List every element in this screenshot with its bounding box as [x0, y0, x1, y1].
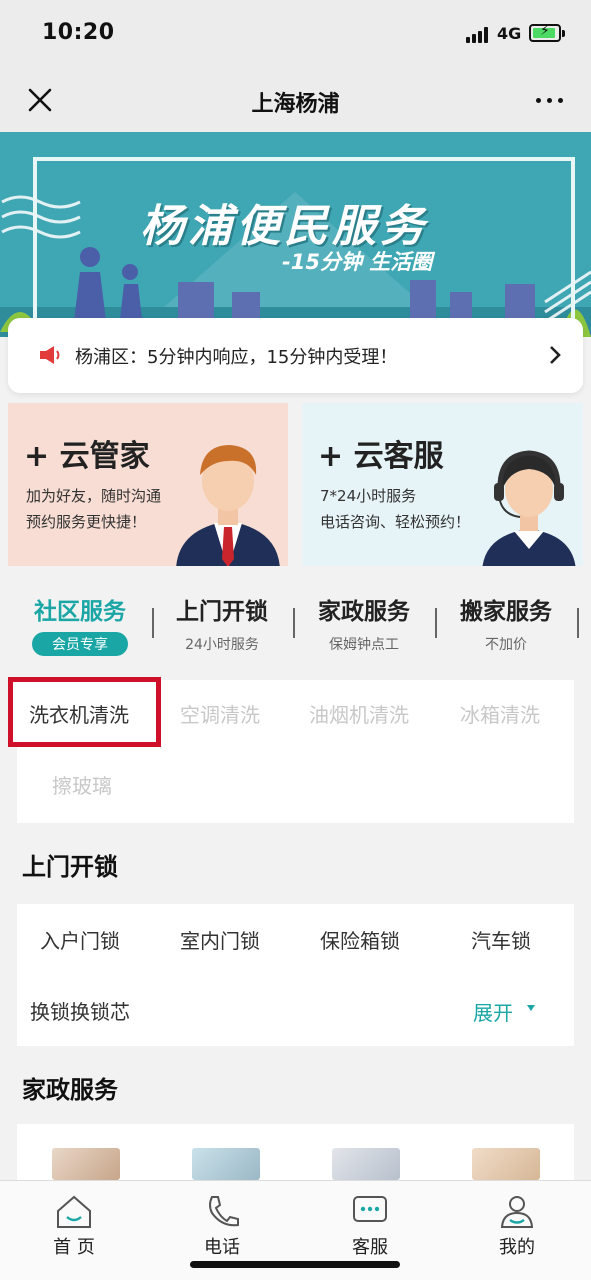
option-lock-replacement[interactable]: 换锁换锁芯: [30, 996, 130, 1025]
tab-locksmith-sub: 24小时服务: [185, 637, 259, 653]
notice-bar[interactable]: 杨浦区：5分钟内响应，15分钟内受理！: [8, 318, 583, 393]
battery-cap: [562, 30, 565, 37]
signal-icon: [466, 27, 492, 43]
housekeeping-thumbnail[interactable]: [472, 1148, 540, 1180]
tab-locksmith-label: 上门开锁: [176, 599, 268, 625]
cloud-service-card[interactable]: + 云客服 7*24小时服务 电话咨询、轻松预约！: [302, 403, 583, 566]
cloud-service-line1: 7*24小时服务: [320, 487, 417, 505]
housekeeping-section-title: 家政服务: [22, 1076, 118, 1104]
caret-down-icon: [527, 1005, 535, 1011]
option-range-hood-cleaning[interactable]: 油烟机清洗: [309, 699, 409, 728]
home-indicator: [190, 1261, 400, 1268]
cloud-butler-card[interactable]: + 云管家 加为好友，随时沟通 预约服务更快捷！: [8, 403, 288, 566]
phone-icon: [209, 1196, 239, 1227]
page-title: 上海杨浦: [251, 92, 340, 117]
tab-customer-service[interactable]: 客服: [330, 1193, 410, 1263]
navbar: 上海杨浦: [0, 66, 591, 132]
banner[interactable]: 杨浦便民服务 -15分钟 生活圈: [0, 132, 591, 337]
battery-icon: ⚡: [529, 23, 561, 42]
chevron-right-icon: [550, 346, 561, 364]
cloud-butler-line1: 加为好友，随时沟通: [26, 487, 162, 505]
tab-profile[interactable]: 我的: [477, 1193, 557, 1263]
tab-community-service[interactable]: 社区服务 会员专享: [10, 592, 150, 662]
tab-phone[interactable]: 电话: [182, 1193, 262, 1263]
tab-moving-sub: 不加价: [485, 637, 527, 653]
housekeeping-thumbnail[interactable]: [192, 1148, 260, 1180]
tab-home-label: 首 页: [53, 1237, 95, 1258]
option-ac-cleaning[interactable]: 空调清洗: [180, 699, 260, 728]
option-washing-machine-cleaning[interactable]: 洗衣机清洗: [29, 699, 129, 728]
option-window-cleaning[interactable]: 擦玻璃: [52, 770, 112, 799]
option-car-lock[interactable]: 汽车锁: [471, 925, 531, 954]
tab-community-label: 社区服务: [34, 599, 126, 625]
megaphone-icon: [40, 346, 60, 364]
tab-housekeeping[interactable]: 家政服务 保姆钟点工: [294, 592, 434, 662]
member-badge: 会员专享: [32, 632, 128, 656]
butler-illustration: [176, 445, 280, 566]
tab-profile-label: 我的: [499, 1237, 535, 1258]
housekeeping-thumbnail[interactable]: [52, 1148, 120, 1180]
banner-title: 杨浦便民服务: [140, 201, 428, 252]
tab-customer-service-label: 客服: [352, 1237, 388, 1258]
tab-phone-label: 电话: [204, 1237, 240, 1258]
cloud-butler-line2: 预约服务更快捷！: [26, 513, 147, 531]
user-icon: [500, 1196, 534, 1228]
status-time: 10:20: [42, 20, 115, 45]
tab-home[interactable]: 首 页: [34, 1193, 114, 1263]
notice-text: 杨浦区：5分钟内响应，15分钟内受理！: [75, 347, 398, 368]
housekeeping-thumbnail[interactable]: [332, 1148, 400, 1180]
chat-icon: [353, 1196, 387, 1222]
tab-housekeeping-label: 家政服务: [318, 599, 410, 625]
option-entry-door-lock[interactable]: 入户门锁: [40, 925, 120, 954]
option-safe-lock[interactable]: 保险箱锁: [320, 925, 400, 954]
locksmith-section-title: 上门开锁: [22, 853, 118, 881]
cloud-service-line2: 电话咨询、轻松预约！: [320, 513, 471, 531]
tab-moving-label: 搬家服务: [460, 599, 552, 625]
cloud-service-title: + 云客服: [318, 439, 444, 474]
expand-button[interactable]: 展开: [473, 997, 513, 1026]
tab-moving[interactable]: 搬家服务 不加价: [436, 592, 576, 662]
tab-divider: [577, 608, 579, 638]
banner-subtitle: -15分钟 生活圈: [282, 250, 433, 274]
more-icon[interactable]: [536, 88, 566, 112]
tab-locksmith[interactable]: 上门开锁 24小时服务: [152, 592, 292, 662]
tab-housekeeping-sub: 保姆钟点工: [329, 637, 399, 653]
home-icon: [57, 1195, 91, 1228]
network-label: 4G: [497, 24, 522, 43]
option-interior-door-lock[interactable]: 室内门锁: [180, 925, 260, 954]
option-fridge-cleaning[interactable]: 冰箱清洗: [460, 699, 540, 728]
status-bar: 10:20 4G ⚡: [0, 0, 591, 66]
cloud-butler-title: + 云管家: [24, 439, 150, 474]
agent-illustration: [482, 450, 576, 566]
